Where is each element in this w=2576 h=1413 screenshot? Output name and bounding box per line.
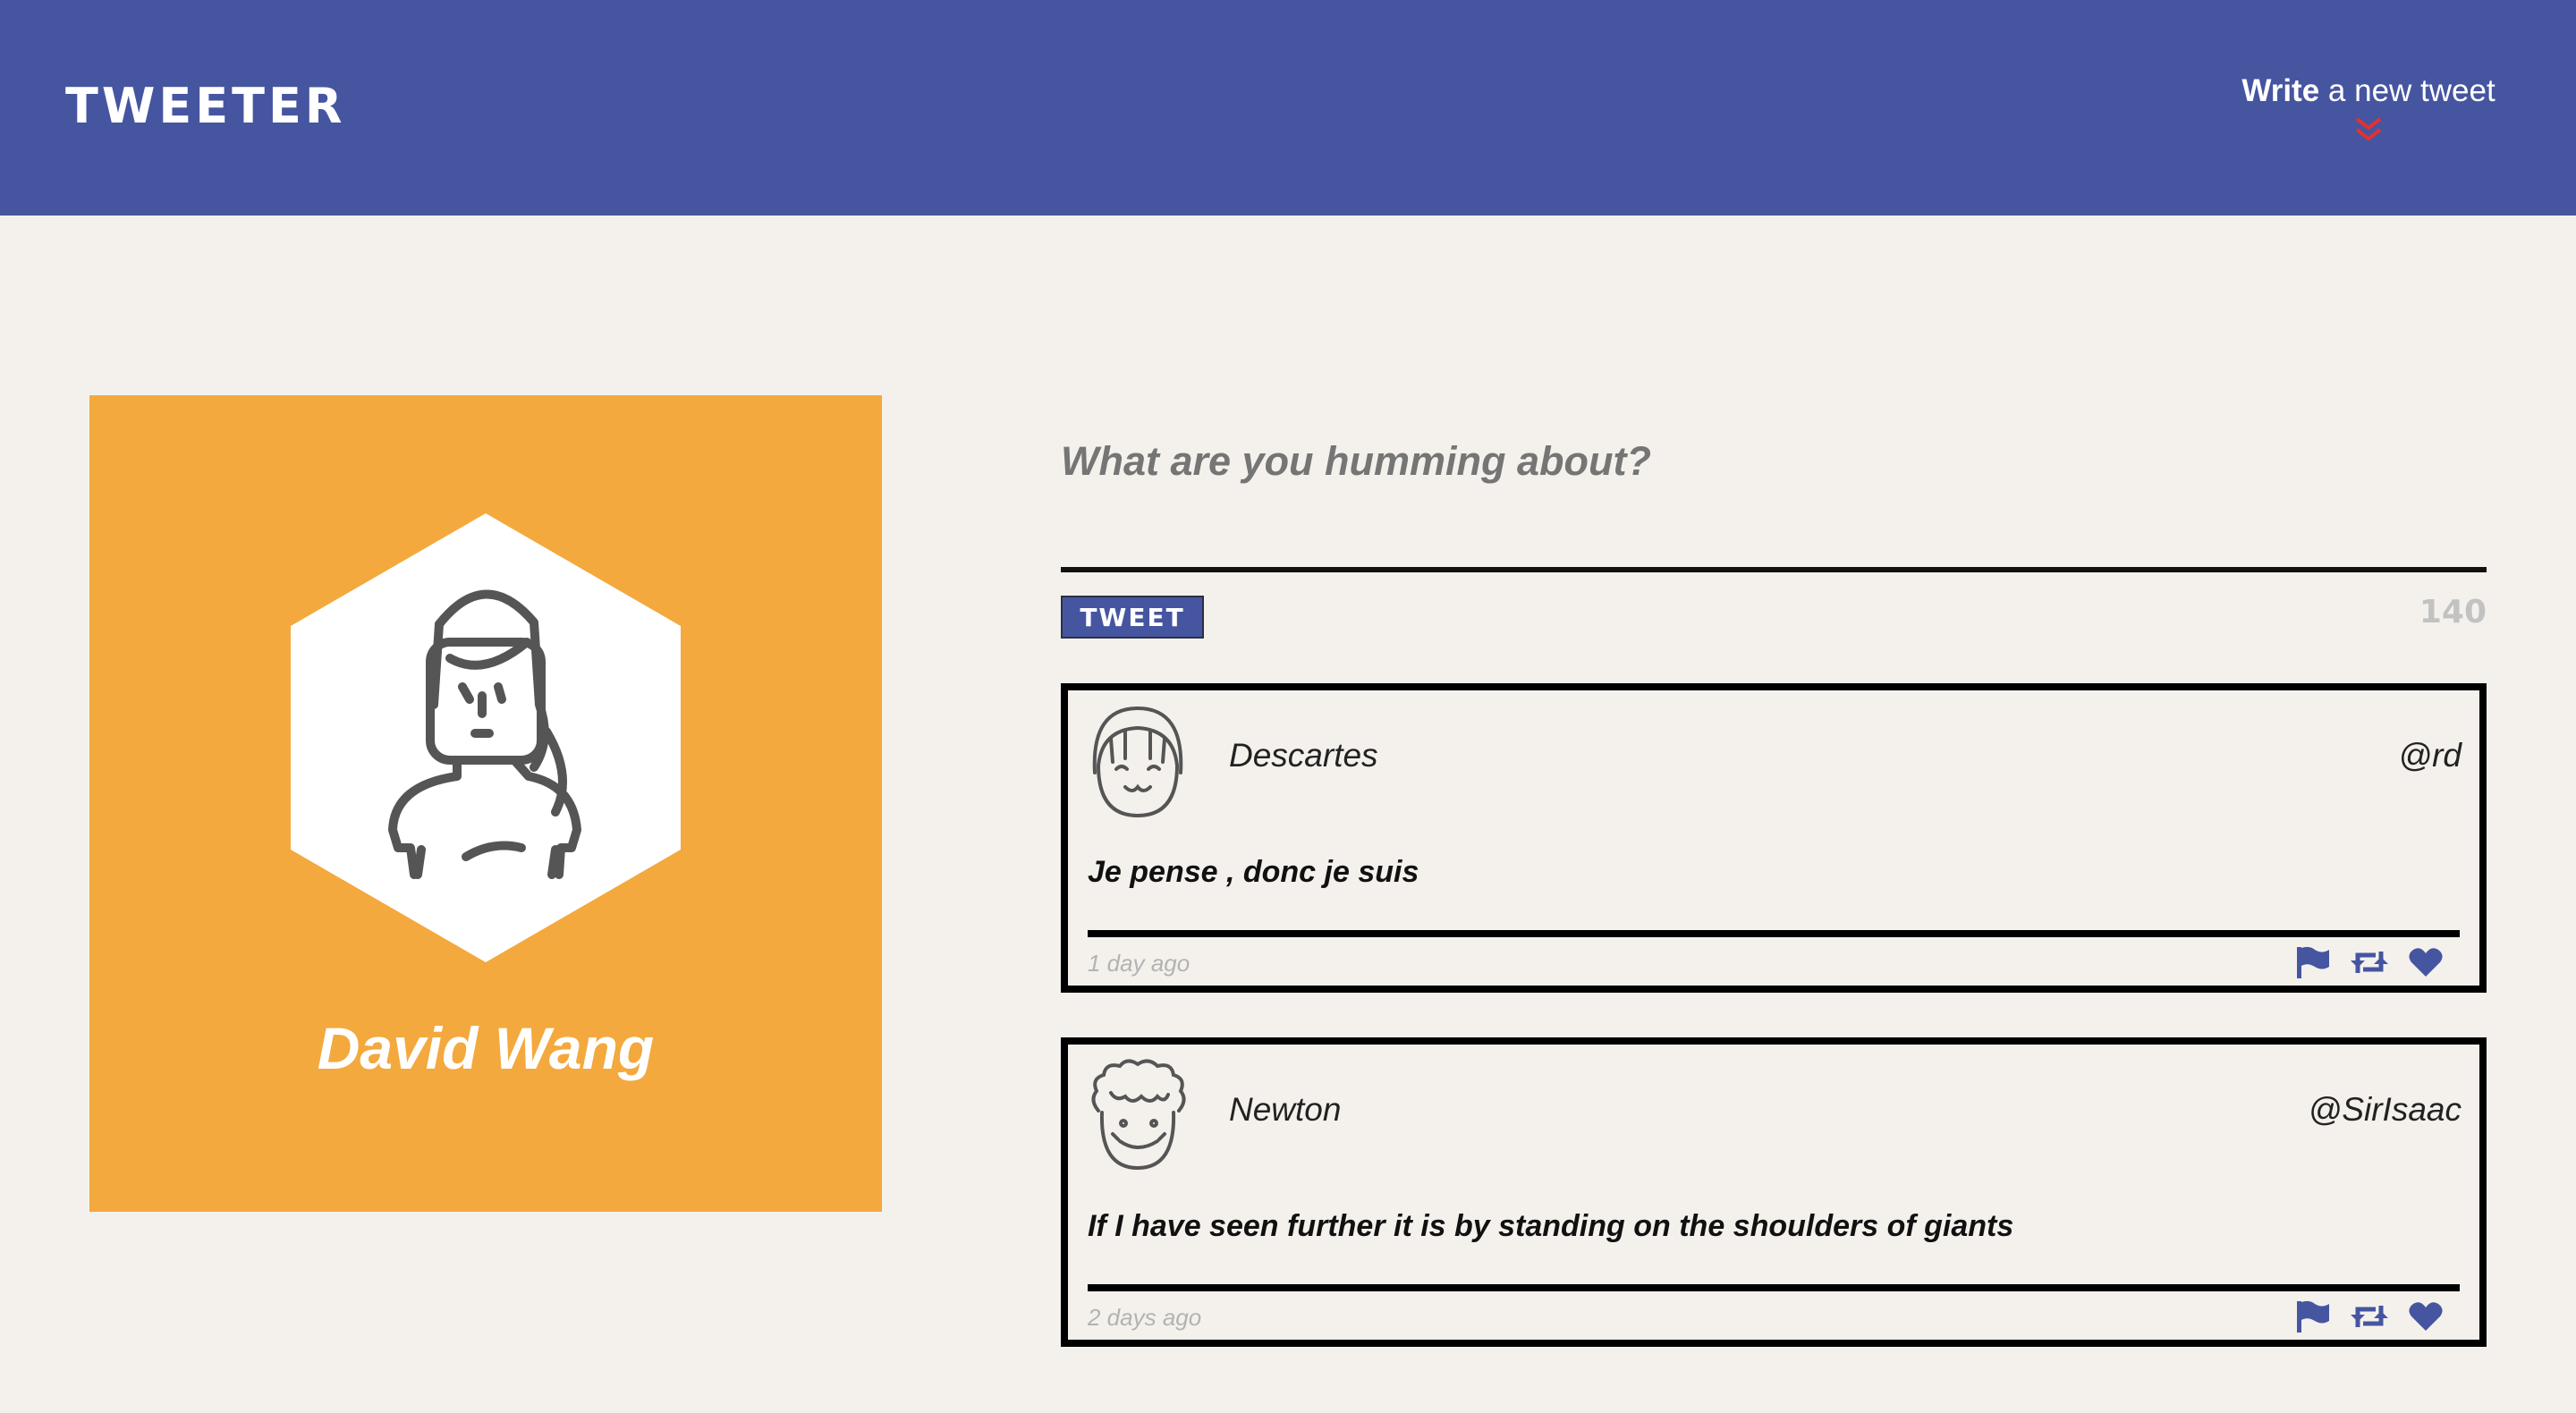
- character-counter: 140: [2419, 594, 2487, 630]
- tweet-button[interactable]: TWEET: [1061, 596, 1204, 639]
- tweet-text: Je pense , donc je suis: [1088, 855, 1419, 889]
- tweet-actions: [2295, 1300, 2444, 1336]
- profile-name: David Wang: [317, 1015, 655, 1081]
- tweet-text: If I have seen further it is by standing…: [1088, 1209, 2014, 1243]
- tweet-author-handle[interactable]: @rd: [2399, 737, 2462, 774]
- tweet-timestamp: 1 day ago: [1088, 950, 1191, 977]
- tweet-card: Newton @SirIsaac If I have seen further …: [1061, 1037, 2487, 1347]
- tweet-author-name[interactable]: Descartes: [1229, 737, 1378, 774]
- double-chevron-down-icon: [2355, 117, 2382, 141]
- brand-logo[interactable]: TWEETER: [65, 79, 345, 134]
- tweet-card: Descartes @rd Je pense , donc je suis 1 …: [1061, 683, 2487, 993]
- flag-icon[interactable]: [2295, 1299, 2331, 1338]
- profile-card: David Wang: [89, 395, 882, 1212]
- avatar-icon: [1092, 706, 1183, 818]
- tweet-actions: [2295, 946, 2444, 982]
- flag-icon[interactable]: [2295, 945, 2331, 984]
- tweet-composer: TWEET 140: [1061, 420, 2487, 639]
- write-new-tweet-label: Write a new tweet: [2241, 73, 2496, 108]
- heart-icon[interactable]: [2408, 1300, 2444, 1337]
- write-new-tweet-toggle[interactable]: Write a new tweet: [2225, 72, 2512, 154]
- tweet-divider: [1088, 1284, 2460, 1291]
- tweet-timestamp: 2 days ago: [1088, 1304, 1202, 1331]
- heart-icon[interactable]: [2408, 946, 2444, 983]
- profile-avatar: [291, 513, 681, 962]
- tweet-author-handle[interactable]: @SirIsaac: [2309, 1091, 2462, 1129]
- retweet-icon[interactable]: [2351, 1302, 2388, 1335]
- tweet-divider: [1088, 930, 2460, 937]
- tweet-author-name[interactable]: Newton: [1229, 1091, 1341, 1129]
- retweet-icon[interactable]: [2351, 948, 2388, 981]
- tweet-input[interactable]: [1061, 420, 2487, 572]
- top-nav: TWEETER Write a new tweet: [0, 0, 2576, 216]
- avatar-icon: [1091, 1059, 1186, 1171]
